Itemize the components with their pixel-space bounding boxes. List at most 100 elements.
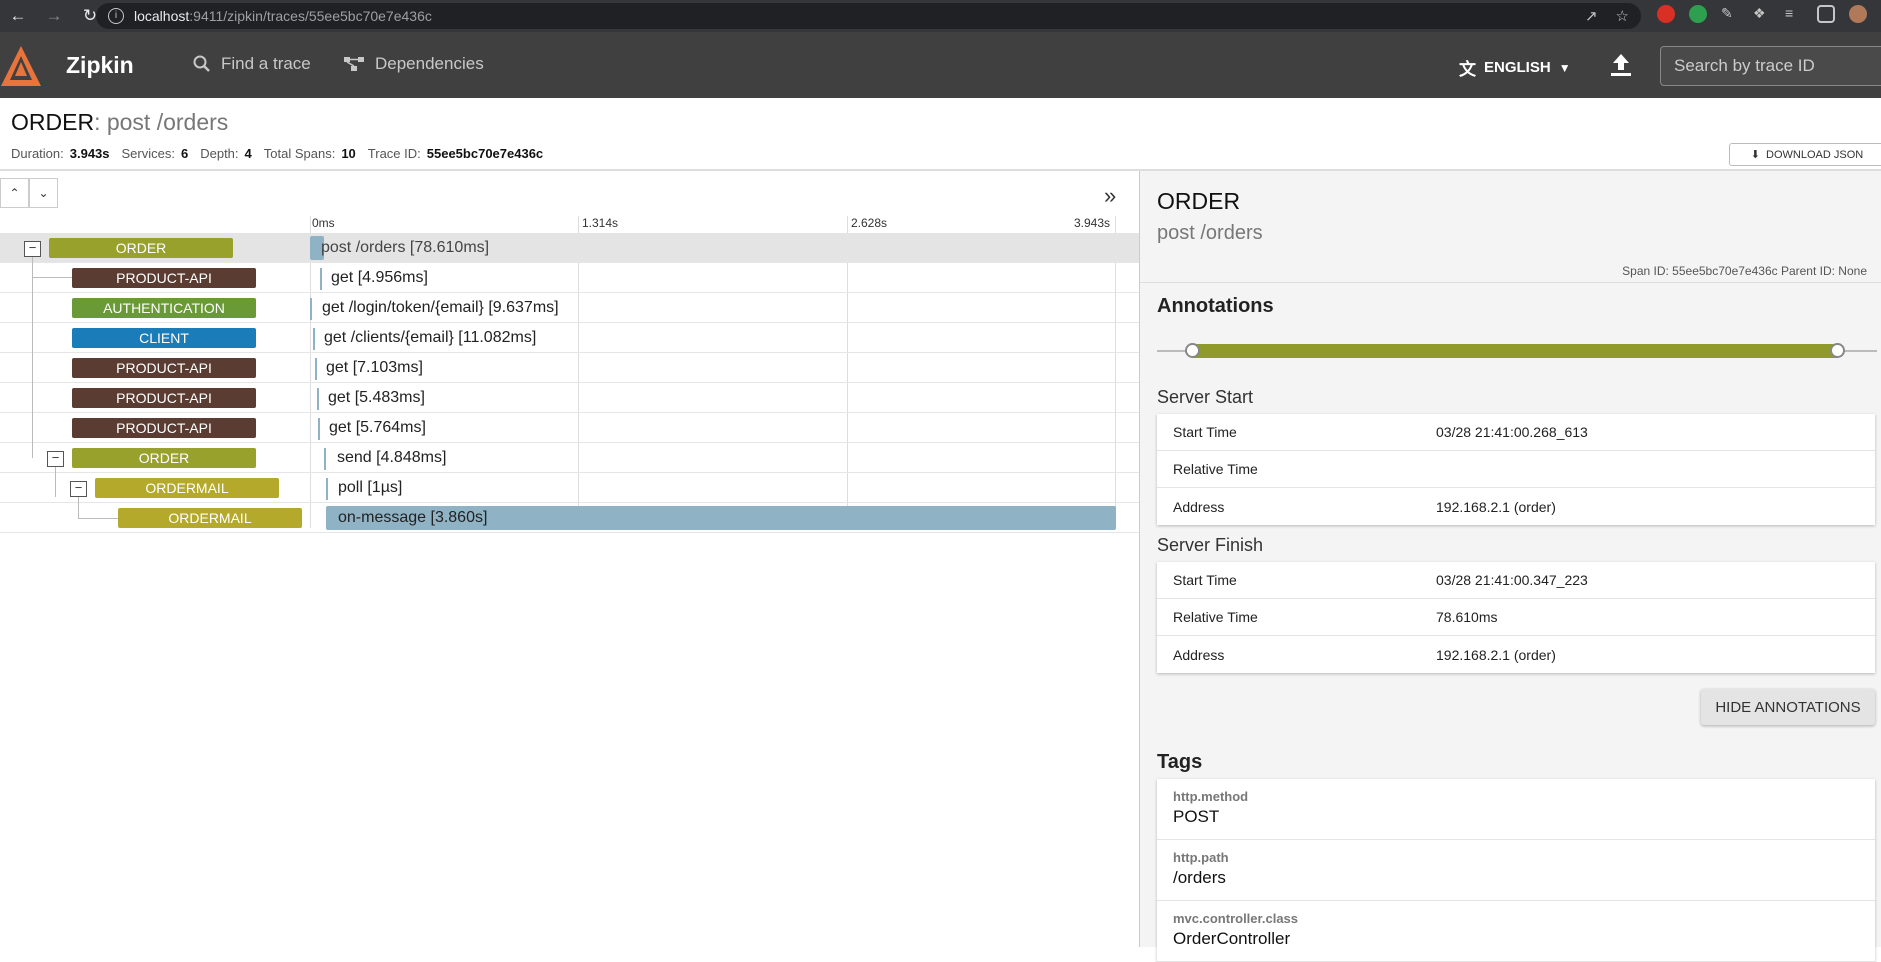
dependencies-icon xyxy=(344,57,364,71)
tag-value: /orders xyxy=(1173,868,1226,887)
service-badge: PRODUCT-API xyxy=(72,388,256,408)
brand-name[interactable]: Zipkin xyxy=(66,52,134,79)
hide-annotations-label: HIDE ANNOTATIONS xyxy=(1715,698,1861,716)
hide-annotations-button[interactable]: HIDE ANNOTATIONS xyxy=(1701,689,1875,725)
extension-green-icon[interactable] xyxy=(1689,5,1707,23)
spans-label: Total Spans: xyxy=(263,146,336,161)
span-bar xyxy=(320,268,322,290)
trace-root-service: ORDER xyxy=(11,109,95,135)
tag-key: http.path xyxy=(1173,850,1229,865)
tag-row: http.method POST xyxy=(1157,779,1875,840)
kv-value: 03/28 21:41:00.268_613 xyxy=(1436,424,1588,440)
trace-id-search-input[interactable]: Search by trace ID xyxy=(1660,46,1881,86)
detail-span-name: post /orders xyxy=(1157,222,1263,244)
collapse-toggle-icon[interactable]: − xyxy=(47,451,64,467)
service-badge: PRODUCT-API xyxy=(72,358,256,378)
kv-row: Relative Time 78.610ms xyxy=(1157,599,1875,636)
span-row[interactable]: ORDERMAIL on-message [3.860s] xyxy=(0,503,1139,533)
annotation-marker-end[interactable] xyxy=(1830,343,1845,358)
span-label: get [5.764ms] xyxy=(329,419,426,436)
kv-row: Start Time 03/28 21:41:00.268_613 xyxy=(1157,414,1875,451)
extension-red-icon[interactable] xyxy=(1657,5,1675,23)
span-row[interactable]: − ORDER send [4.848ms] xyxy=(0,443,1139,473)
service-badge: PRODUCT-API xyxy=(72,268,256,288)
service-badge: AUTHENTICATION xyxy=(72,298,256,318)
kv-key: Start Time xyxy=(1173,572,1237,588)
pen-icon[interactable]: ✎ xyxy=(1721,5,1739,23)
service-badge: ORDERMAIL xyxy=(95,478,279,498)
annotation-timeline-bar xyxy=(1192,344,1838,358)
puzzle-icon[interactable]: ❖ xyxy=(1753,5,1771,23)
nav-dependencies-label: Dependencies xyxy=(375,54,484,73)
kv-key: Relative Time xyxy=(1173,461,1258,477)
kv-key: Address xyxy=(1173,646,1225,663)
kv-row: Address 192.168.2.1 (order) xyxy=(1157,488,1875,525)
tags-table: http.method POST http.path/orders mvc.con… xyxy=(1157,779,1875,962)
reading-list-icon[interactable]: ≡ xyxy=(1785,5,1803,23)
duration-value: 3.943s xyxy=(69,146,110,161)
span-row[interactable]: CLIENT get /clients/{email} [11.082ms] xyxy=(0,323,1139,353)
zipkin-logo-icon[interactable] xyxy=(0,44,42,88)
span-bar xyxy=(317,388,319,410)
service-badge: ORDER xyxy=(72,448,256,468)
detail-span-ids: Span ID: 55ee5bc70e7e436c Parent ID: Non… xyxy=(1622,264,1867,278)
span-label: post /orders [78.610ms] xyxy=(321,239,490,256)
tree-line xyxy=(78,497,79,518)
service-badge: ORDER xyxy=(49,238,233,258)
tag-value: OrderController xyxy=(1173,929,1291,948)
span-row[interactable]: − ORDER post /orders [78.610ms] xyxy=(0,233,1139,263)
annotation-marker-start[interactable] xyxy=(1185,343,1200,358)
span-label: on-message [3.860s] xyxy=(338,509,488,526)
bookmark-star-icon[interactable]: ☆ xyxy=(1616,7,1629,25)
span-row[interactable]: − ORDERMAIL poll [1µs] xyxy=(0,473,1139,503)
back-icon[interactable]: ← xyxy=(0,6,36,26)
service-badge: CLIENT xyxy=(72,328,256,348)
expand-all-button[interactable]: ⌄ xyxy=(29,178,58,208)
timeline-tick: 3.943s xyxy=(1074,216,1111,230)
span-row[interactable]: PRODUCT-API get [4.956ms] xyxy=(0,263,1139,293)
duration-label: Duration: xyxy=(11,146,64,161)
nav-find-trace-label: Find a trace xyxy=(221,54,311,73)
collapse-all-button[interactable]: ⌃ xyxy=(0,178,29,208)
span-label: get /clients/{email} [11.082ms] xyxy=(324,329,537,346)
kv-value: 03/28 21:41:00.347_223 xyxy=(1436,572,1588,588)
tree-line xyxy=(55,467,56,497)
language-label: ENGLISH xyxy=(1484,59,1551,76)
forward-icon[interactable]: → xyxy=(36,6,72,26)
kv-row: Relative Time xyxy=(1157,451,1875,488)
language-selector[interactable]: 文 ENGLISH ▼ xyxy=(1459,55,1571,80)
span-label: send [4.848ms] xyxy=(337,449,447,466)
server-finish-title: Server Finish xyxy=(1157,535,1264,555)
nav-dependencies[interactable]: Dependencies xyxy=(343,54,484,74)
chevron-down-icon: ▼ xyxy=(1558,60,1571,75)
avatar[interactable] xyxy=(1849,5,1867,23)
download-json-label: DOWNLOAD JSON xyxy=(1766,148,1864,161)
tree-line xyxy=(78,518,118,519)
service-badge: ORDERMAIL xyxy=(118,508,302,528)
trace-id-value: 55ee5bc70e7e436c xyxy=(426,146,544,161)
collapse-toggle-icon[interactable]: − xyxy=(70,481,87,497)
trace-id-label: Trace ID: xyxy=(367,146,421,161)
span-bar xyxy=(315,358,317,380)
server-start-title: Server Start xyxy=(1157,387,1254,407)
url-host: localhost xyxy=(134,8,190,24)
download-json-button[interactable]: ⬇ DOWNLOAD JSON xyxy=(1729,143,1881,166)
tag-key: http.method xyxy=(1173,789,1249,804)
nav-find-trace[interactable]: Find a trace xyxy=(193,54,311,74)
span-row[interactable]: PRODUCT-API get [7.103ms] xyxy=(0,353,1139,383)
upload-icon[interactable] xyxy=(1608,52,1634,78)
address-bar[interactable]: i localhost:9411/zipkin/traces/55ee5bc70… xyxy=(96,3,1641,29)
site-info-icon[interactable]: i xyxy=(108,8,124,24)
span-bar xyxy=(326,478,328,500)
side-panel-icon[interactable] xyxy=(1817,5,1835,23)
span-row[interactable]: AUTHENTICATION get /login/token/{email} … xyxy=(0,293,1139,323)
span-detail-panel: ORDER post /orders Span ID: 55ee5bc70e7e… xyxy=(1139,171,1881,962)
span-row[interactable]: PRODUCT-API get [5.483ms] xyxy=(0,383,1139,413)
detail-divider xyxy=(1140,282,1881,283)
kv-value: 192.168.2.1 (order) xyxy=(1436,498,1556,515)
span-label: get /login/token/{email} [9.637ms] xyxy=(322,299,559,316)
expand-timeline-icon[interactable]: » xyxy=(1104,183,1116,209)
collapse-toggle-icon[interactable]: − xyxy=(24,241,41,257)
span-row[interactable]: PRODUCT-API get [5.764ms] xyxy=(0,413,1139,443)
share-icon[interactable]: ↗ xyxy=(1585,7,1598,25)
